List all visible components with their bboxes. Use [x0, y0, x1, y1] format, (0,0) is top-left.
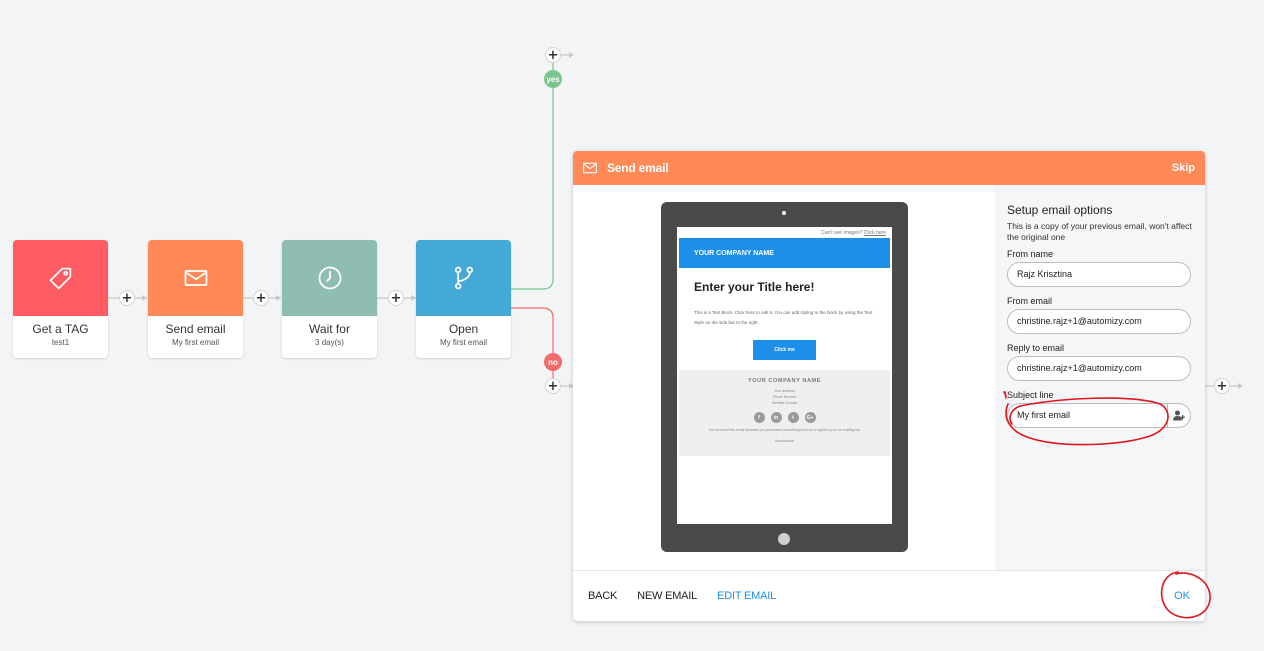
from-email-field[interactable]: christine.rajz+1@automizy.com [1007, 309, 1191, 334]
node-header [282, 240, 377, 316]
node-header [148, 240, 243, 316]
panel-header: Send email Skip [573, 151, 1205, 185]
social-icons: f in t G+ [679, 412, 890, 423]
back-button[interactable]: BACK [588, 590, 617, 602]
email-cta-button: Click me [753, 340, 816, 360]
node-header [416, 240, 511, 316]
add-step-yes-button[interactable]: + [545, 47, 561, 63]
envelope-icon [184, 270, 207, 286]
branch-icon [454, 266, 473, 290]
skip-button[interactable]: Skip [1172, 162, 1195, 174]
email-text-block: This is a Text Block. Click here to edit… [694, 310, 873, 325]
topline-link: Click here [863, 230, 886, 236]
email-header: YOUR COMPANY NAME [679, 238, 890, 268]
email-body: Enter your Title here! This is a Text Bl… [679, 268, 890, 360]
ok-button[interactable]: OK [1174, 590, 1190, 602]
panel-title: Send email [607, 161, 669, 175]
add-step-button[interactable]: + [388, 290, 404, 306]
node-title: Send email [165, 322, 226, 336]
tablet-camera [782, 211, 786, 215]
options-heading: Setup email options [1007, 203, 1113, 217]
footer-website: Website Domain [771, 401, 798, 405]
clock-icon [318, 266, 341, 290]
panel-footer: BACK NEW EMAIL EDIT EMAIL OK [573, 570, 1205, 621]
reply-to-label: Reply to email [1007, 343, 1065, 353]
google-plus-icon: G+ [804, 412, 816, 423]
node-subtitle: 3 day(s) [315, 338, 344, 347]
email-preview-area: Can't see images? Click here YOUR COMPAN… [573, 185, 995, 570]
email-footer: YOUR COMPANY NAME Your address Phone Num… [679, 370, 890, 456]
subject-line-field[interactable]: My first email [1007, 403, 1191, 428]
subject-line-label: Subject line [1007, 390, 1054, 400]
footer-unsubscribe: Unsubscribe [774, 439, 795, 443]
from-email-label: From email [1007, 296, 1053, 306]
edit-email-button[interactable]: EDIT EMAIL [717, 590, 776, 602]
node-title: Open [448, 322, 479, 336]
node-send-email[interactable]: Send email My first email [148, 240, 243, 358]
from-name-label: From name [1007, 249, 1054, 259]
branch-yes-badge: yes [544, 70, 562, 88]
topline-text: Can't see images? [821, 230, 863, 236]
branch-no-badge: no [544, 353, 562, 371]
email-preview[interactable]: Can't see images? Click here YOUR COMPAN… [677, 227, 892, 524]
email-options-panel: Setup email options This is a copy of yo… [995, 185, 1205, 570]
footer-company: YOUR COMPANY NAME [748, 378, 821, 384]
footer-address: Your address [774, 389, 795, 393]
twitter-icon: t [787, 412, 799, 423]
facebook-icon: f [753, 412, 765, 423]
tag-icon [49, 267, 71, 290]
email-title: Enter your Title here! [694, 280, 815, 294]
add-step-button[interactable]: + [119, 290, 135, 306]
options-note: This is a copy of your previous email, w… [1007, 221, 1192, 242]
tablet-home-button [778, 533, 790, 545]
node-open[interactable]: Open My first email [416, 240, 511, 358]
node-wait-for[interactable]: Wait for 3 day(s) [282, 240, 377, 358]
node-subtitle: My first email [171, 338, 220, 347]
node-header [13, 240, 108, 316]
envelope-icon [583, 162, 597, 174]
from-name-field[interactable]: Rajz Krisztina [1007, 262, 1191, 287]
footer-statement: You received this email because you purc… [708, 428, 861, 432]
node-title: Get a TAG [32, 322, 89, 336]
node-get-a-tag[interactable]: Get a TAG test1 [13, 240, 108, 358]
node-subtitle: test1 [51, 338, 70, 347]
node-subtitle: My first email [439, 338, 488, 347]
subject-line-group: My first email [1007, 403, 1191, 428]
add-step-button[interactable]: + [253, 290, 269, 306]
send-email-panel: Send email Skip Can't see images? Click … [573, 151, 1205, 621]
add-step-no-button[interactable]: + [545, 378, 561, 394]
node-title: Wait for [309, 322, 350, 336]
linkedin-icon: in [770, 412, 782, 423]
footer-phone: Phone Number [772, 395, 797, 399]
add-person-icon[interactable] [1167, 404, 1190, 427]
tablet-frame: Can't see images? Click here YOUR COMPAN… [661, 202, 908, 552]
new-email-button[interactable]: NEW EMAIL [637, 590, 697, 602]
email-topline: Can't see images? Click here [677, 227, 892, 238]
reply-to-field[interactable]: christine.rajz+1@automizy.com [1007, 356, 1191, 381]
add-step-button[interactable]: + [1214, 378, 1230, 394]
